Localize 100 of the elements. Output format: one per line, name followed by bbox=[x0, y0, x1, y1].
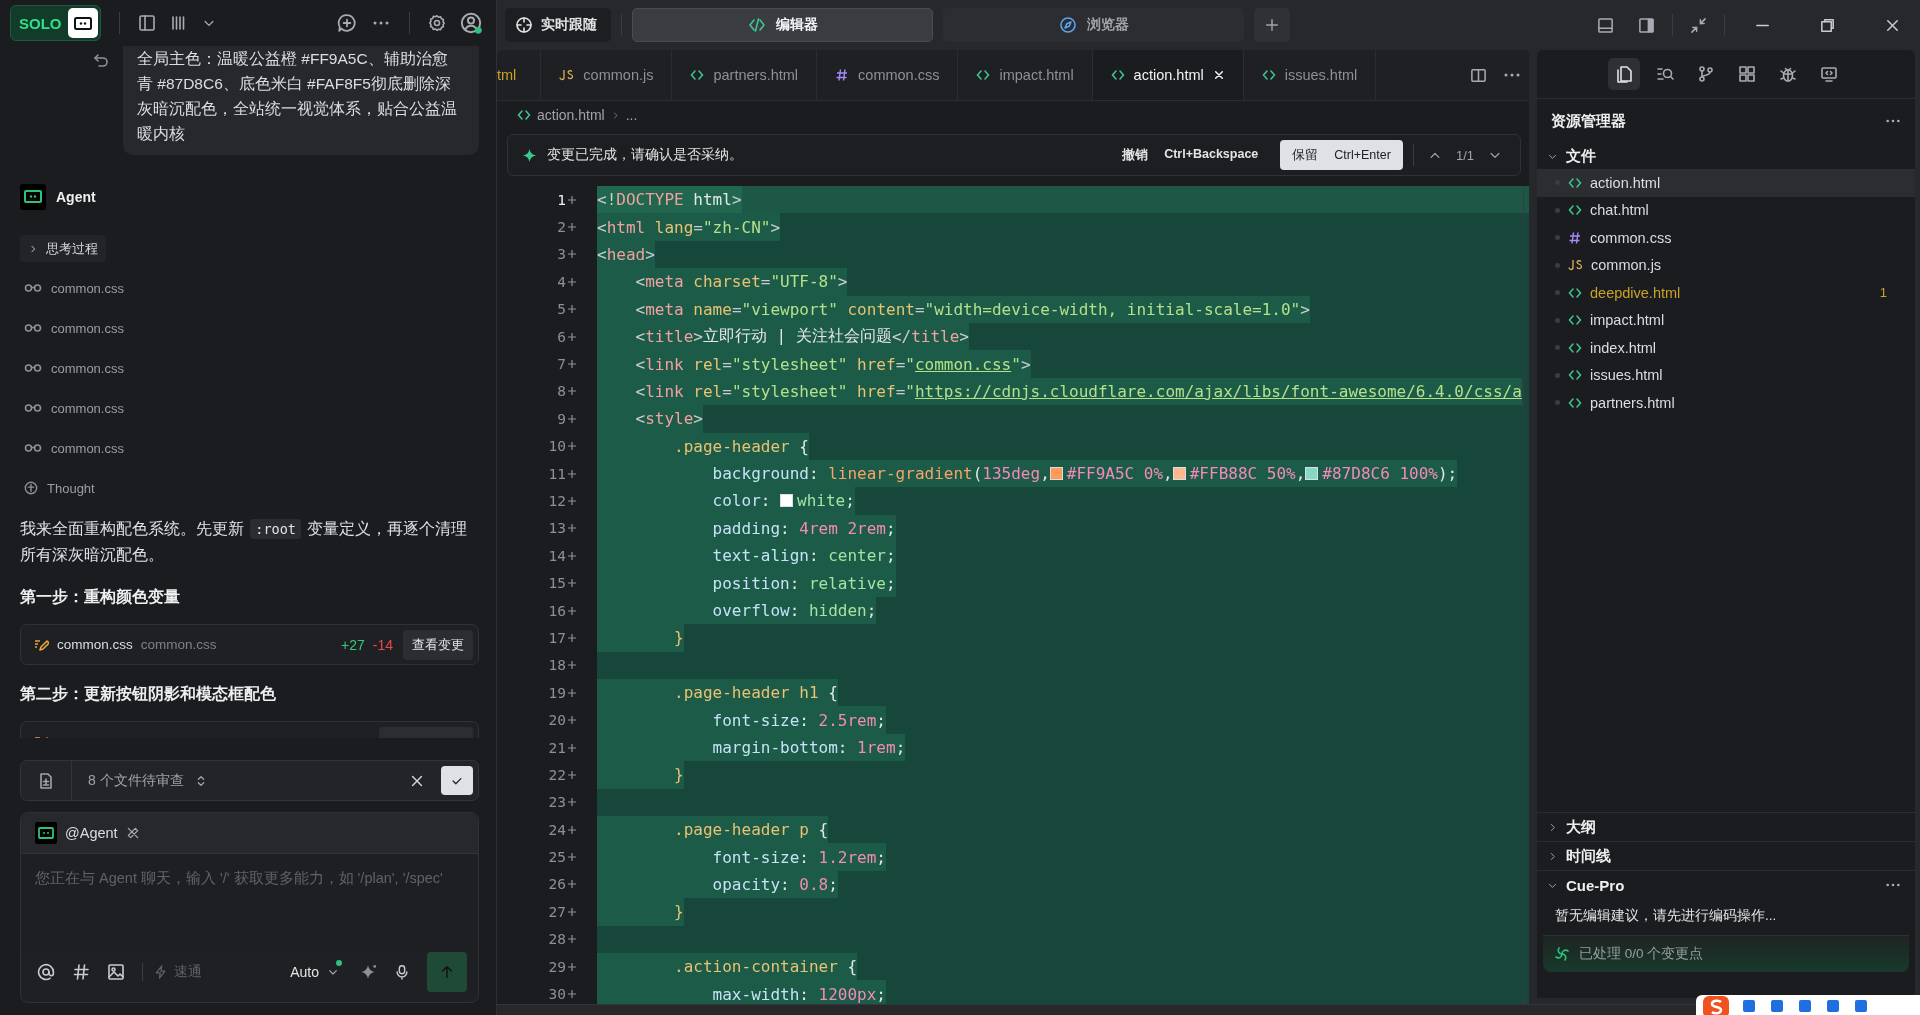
added-line-icon bbox=[567, 331, 577, 342]
code-text: overflow: hidden; bbox=[597, 596, 877, 625]
added-line-icon bbox=[567, 605, 577, 616]
step-heading: 第一步：重构颜色变量 bbox=[20, 587, 181, 607]
code-text: padding: 4rem 2rem; bbox=[597, 514, 896, 543]
file-item[interactable]: common.css bbox=[1537, 224, 1915, 252]
hash-icon[interactable] bbox=[72, 963, 90, 981]
section-header[interactable]: 大纲 bbox=[1537, 812, 1915, 841]
breadcrumb-item[interactable]: action.html bbox=[537, 107, 605, 123]
sidebar-icon[interactable] bbox=[137, 14, 156, 32]
code-text: font-size: 1.2rem; bbox=[597, 843, 886, 871]
file-item[interactable]: deepdive.html 1 bbox=[1537, 279, 1915, 307]
input-method-toolbar[interactable] bbox=[1696, 995, 1920, 1015]
code-text: color: white; bbox=[597, 487, 855, 515]
editor-tab[interactable]: common.css bbox=[817, 50, 959, 100]
file-item[interactable]: impact.html bbox=[1537, 306, 1915, 334]
editor-tab[interactable]: partners.html bbox=[672, 50, 818, 100]
arrow-up-icon bbox=[439, 964, 455, 980]
change-counter: 1/1 bbox=[1455, 147, 1474, 163]
code-brackets-icon bbox=[1261, 68, 1276, 82]
robot-icon bbox=[20, 184, 46, 210]
section-header[interactable]: 文件 bbox=[1537, 143, 1915, 169]
file-item[interactable]: common.js bbox=[1537, 251, 1915, 279]
code-brackets-icon bbox=[690, 68, 705, 82]
undo-icon[interactable] bbox=[93, 52, 109, 68]
image-icon[interactable] bbox=[107, 963, 125, 981]
file-link[interactable]: common.css bbox=[51, 320, 124, 336]
section-header[interactable]: 时间线 bbox=[1537, 841, 1915, 870]
file-item[interactable]: chat.html bbox=[1537, 196, 1915, 224]
problem-count: 1 bbox=[1879, 285, 1887, 301]
target-icon bbox=[515, 16, 533, 34]
line-number: 27 bbox=[548, 903, 566, 920]
file-link[interactable]: common.css bbox=[51, 280, 124, 296]
code-text: <title>立即行动 | 关注社会问题</title> bbox=[597, 322, 969, 351]
added-line-icon bbox=[567, 742, 577, 753]
chat-composer[interactable]: @Agent 您正在与 Agent 聊天，输入 '/' 获取更多能力，如 '/plan', '/spec' 速通 Auto bbox=[20, 812, 479, 1003]
editor-tab[interactable]: impact.html bbox=[958, 50, 1093, 100]
microphone-icon[interactable] bbox=[394, 963, 410, 981]
line-number: 1 bbox=[557, 191, 566, 208]
code-text: } bbox=[597, 898, 684, 926]
agent-name: Agent bbox=[56, 189, 96, 205]
added-line-icon bbox=[567, 961, 577, 972]
editor-tab[interactable]: tml bbox=[497, 50, 542, 100]
restore-icon[interactable] bbox=[1819, 16, 1836, 34]
accept-all-button[interactable] bbox=[441, 766, 473, 795]
file-item[interactable]: issues.html bbox=[1537, 361, 1915, 389]
editor-tab[interactable]: issues.html bbox=[1243, 50, 1377, 100]
file-link[interactable]: common.css bbox=[51, 400, 124, 416]
view-tab[interactable]: 编辑器 bbox=[632, 8, 933, 42]
section-header[interactable]: Cue-Pro bbox=[1537, 870, 1915, 899]
avatar-icon[interactable] bbox=[460, 12, 482, 34]
robot-icon bbox=[72, 14, 93, 32]
file-item[interactable]: index.html bbox=[1537, 334, 1915, 362]
added-line-icon bbox=[567, 989, 577, 999]
split-editor-icon[interactable] bbox=[1470, 66, 1487, 84]
new-chat-icon[interactable] bbox=[337, 13, 357, 33]
file-item[interactable]: partners.html bbox=[1537, 389, 1915, 417]
line-number: 18 bbox=[548, 657, 566, 674]
accept-button[interactable]: 保留 Ctrl+Enter bbox=[1280, 140, 1403, 170]
line-number: 14 bbox=[548, 547, 566, 564]
thinking-toggle[interactable]: 思考过程 bbox=[20, 235, 106, 262]
view-tab[interactable]: 浏览器 bbox=[943, 8, 1244, 42]
bug-icon[interactable] bbox=[1778, 65, 1797, 83]
grid-icon[interactable] bbox=[1737, 65, 1756, 83]
file-link[interactable]: common.css bbox=[51, 440, 124, 456]
view-changes-button[interactable]: 查看变更 bbox=[403, 629, 473, 660]
file-item[interactable]: action.html bbox=[1537, 169, 1915, 197]
bottom-panel-icon[interactable] bbox=[1597, 16, 1614, 34]
search-icon[interactable] bbox=[1655, 65, 1674, 83]
file-link[interactable]: common.css bbox=[51, 360, 124, 376]
mode-switch[interactable]: SOLO bbox=[10, 5, 101, 41]
breadcrumb-item[interactable]: ... bbox=[625, 107, 638, 123]
side-panel-icon[interactable] bbox=[1638, 16, 1655, 34]
line-number: 3 bbox=[557, 246, 566, 263]
close-icon[interactable] bbox=[1212, 69, 1225, 81]
code-brackets-icon bbox=[1568, 395, 1582, 410]
new-tab-button[interactable] bbox=[1254, 8, 1290, 42]
code-text: <link rel="stylesheet" href="https://cdnjs.cloudflare.com/ajax/libs/font-awesome/6.4.0/css/a bbox=[597, 377, 1522, 406]
monitor-icon[interactable] bbox=[1819, 65, 1838, 83]
line-number: 10 bbox=[548, 438, 566, 455]
code-brackets-icon bbox=[1568, 340, 1582, 355]
added-line-icon bbox=[567, 523, 577, 534]
editor-tab[interactable]: action.html bbox=[1092, 50, 1244, 100]
code-brackets-icon bbox=[517, 108, 531, 122]
files-icon[interactable] bbox=[1614, 65, 1633, 83]
line-number: 28 bbox=[548, 931, 566, 948]
collapse-icon[interactable] bbox=[1690, 16, 1707, 34]
settings-icon[interactable] bbox=[428, 14, 446, 32]
added-line-icon bbox=[567, 386, 577, 397]
reject-button[interactable]: 撤销 Ctrl+Backspace bbox=[1116, 145, 1265, 165]
line-number: 19 bbox=[548, 684, 566, 701]
branch-icon[interactable] bbox=[1696, 65, 1715, 83]
editor-tab[interactable]: common.js bbox=[541, 50, 673, 100]
code-text: background: linear-gradient(135deg, #FF9A5C 0%, #FFB88C 50%, #87D8C6 100%); bbox=[597, 459, 1458, 488]
code-text: } bbox=[597, 761, 684, 789]
follow-button[interactable]: 实时跟随 bbox=[505, 8, 611, 42]
mention-icon[interactable] bbox=[37, 963, 55, 981]
cue-status: 已处理 0/0 个变更点 bbox=[1579, 945, 1704, 963]
hash-icon bbox=[1568, 230, 1582, 245]
pending-files-label[interactable]: 8 个文件待审查 bbox=[88, 771, 184, 790]
